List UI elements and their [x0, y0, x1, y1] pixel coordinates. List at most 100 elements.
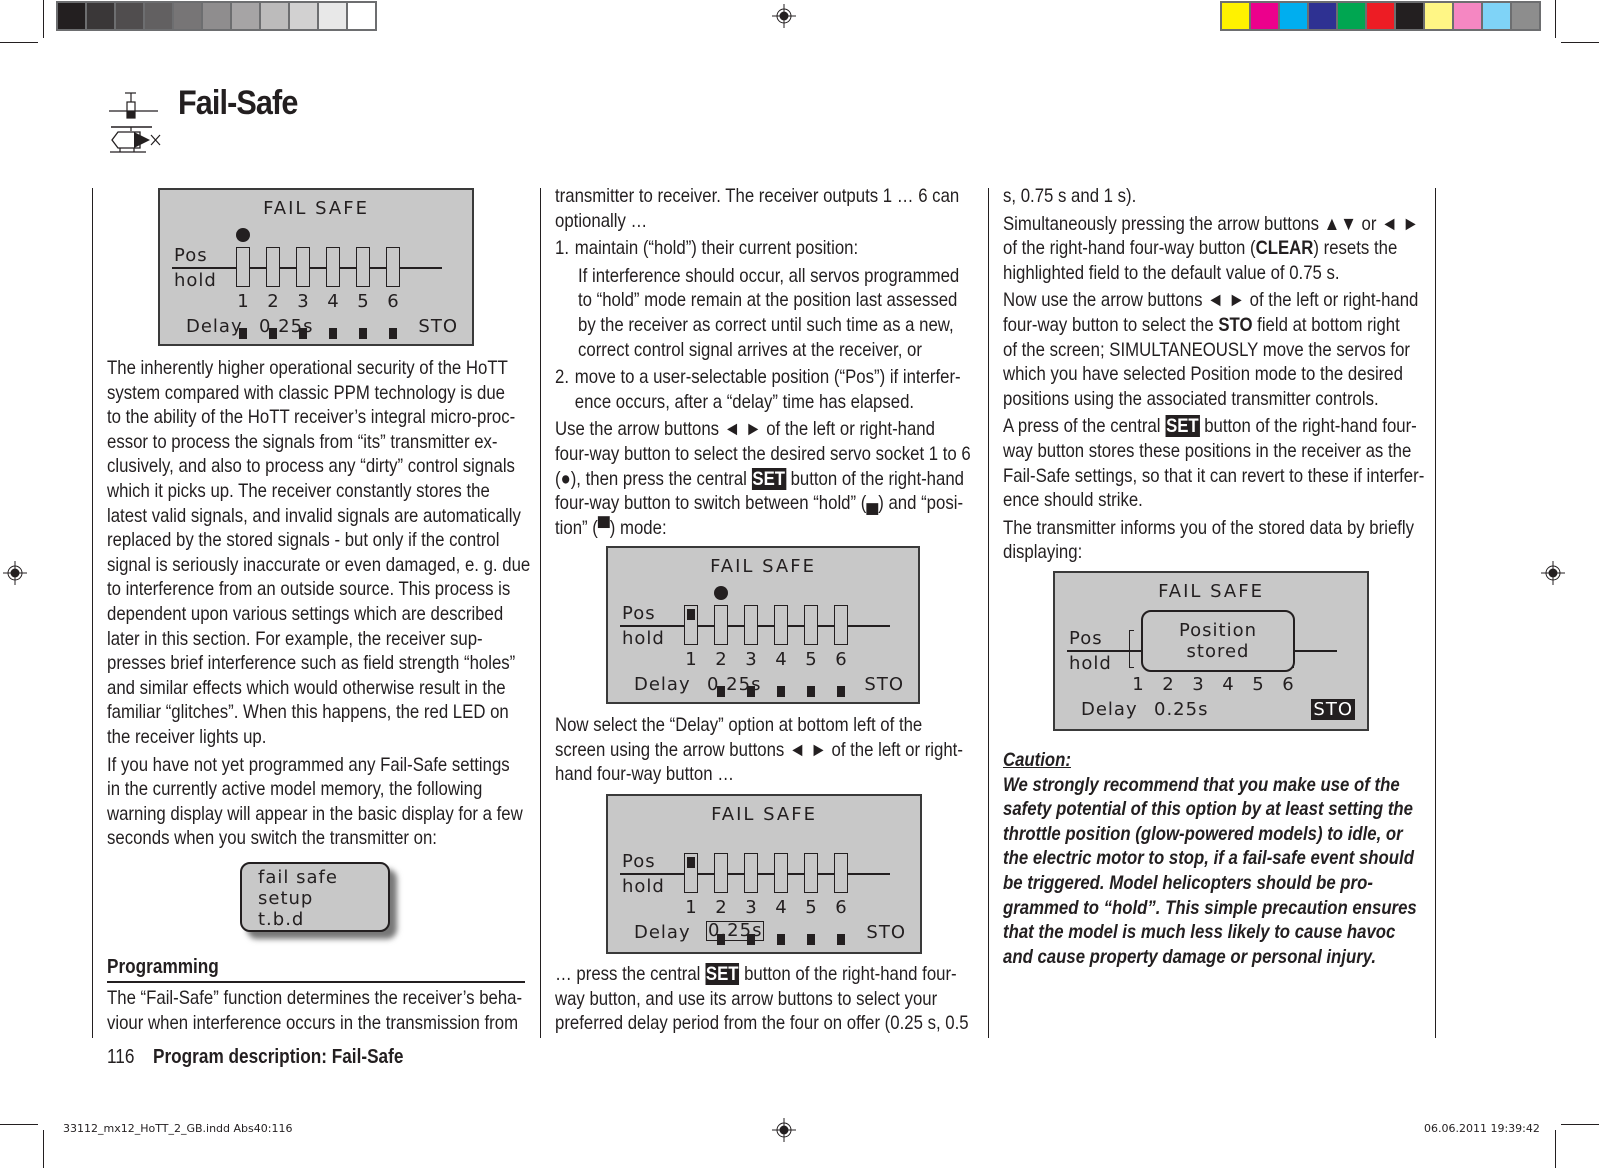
- color-swatch: [290, 3, 317, 29]
- hold-label: hold: [622, 876, 665, 897]
- list-number: 2.: [555, 366, 569, 389]
- servo-switch-6: [834, 853, 848, 945]
- column-3: s, 0.75 s and 1 s). Simultaneously press…: [1003, 184, 1428, 568]
- channel-number: 4: [775, 649, 787, 670]
- screen-title: FAIL SAFE: [710, 556, 816, 577]
- channel-number: 5: [357, 291, 369, 312]
- screen-title: FAIL SAFE: [1158, 581, 1264, 602]
- text-fragment: (●), then press the central: [555, 467, 747, 490]
- pos-label: Pos: [1069, 628, 1103, 649]
- set-key-badge: SET: [751, 467, 786, 490]
- hold-mode-indicator: [837, 934, 845, 945]
- hold-mode-indicator: [269, 328, 277, 339]
- intro-paragraph: The inherently higher operational securi…: [107, 356, 530, 750]
- delay-label: Delay: [186, 316, 243, 337]
- color-swatch: [1280, 3, 1307, 29]
- text-fragment: four-way button to select the: [1003, 313, 1219, 336]
- text-line: that the model is much less likely to ca…: [1003, 921, 1396, 944]
- text-fragment: button of the right-hand four-: [744, 963, 957, 985]
- warning-line: t.b.d: [258, 909, 305, 930]
- select-servo-paragraph: Use the arrow buttons ◄ ► of the left or…: [555, 417, 975, 540]
- channel-number: 6: [1282, 674, 1294, 695]
- list-item-hold: 1. maintain (“hold”) their current positi…: [555, 236, 975, 261]
- color-swatch: [1396, 3, 1423, 29]
- text-line: Now use the arrow buttons ◄ ► of the lef…: [1003, 289, 1419, 312]
- servo-switch-3: [296, 247, 310, 339]
- color-swatch: [348, 3, 375, 29]
- servo-switch-5: [804, 853, 818, 945]
- text-line: dependent upon various settings which ar…: [107, 602, 504, 625]
- fail-safe-screen-position-stored: FAIL SAFE Pos hold 123456 Position store…: [1053, 571, 1369, 731]
- channel-number: 3: [745, 897, 757, 918]
- text-line: familiar “glitches”. When this happens, …: [107, 701, 509, 724]
- servo-switch-6: [386, 247, 400, 339]
- servo-switch-4: [774, 853, 788, 945]
- text-line: We strongly recommend that you make use …: [1003, 773, 1400, 796]
- crop-mark: [1555, 1130, 1556, 1168]
- text-line: and similar effects which would otherwis…: [107, 676, 506, 699]
- text-line: way button stores these positions in the…: [1003, 439, 1412, 462]
- channel-number: 2: [715, 897, 727, 918]
- text-line: and cause property damage or personal in…: [1003, 945, 1377, 968]
- clear-key-label: CLEAR: [1255, 237, 1314, 260]
- delay-label: Delay: [634, 922, 691, 943]
- slug-file-info: 33112_mx12_HoTT_2_GB.indd Abs40:116: [63, 1122, 293, 1135]
- text-line: screen using the arrow buttons ◄ ► of th…: [555, 738, 963, 761]
- text-line: If you have not yet programmed any Fail-…: [107, 753, 510, 776]
- text-line: transmitter to receiver. The receiver ou…: [555, 185, 960, 207]
- set-key-badge: SET: [1165, 415, 1200, 438]
- sto-paragraph: Now use the arrow buttons ◄ ► of the lef…: [1003, 288, 1428, 411]
- column-rule: [92, 188, 93, 1038]
- programming-text: The “Fail-Safe” function determines the …: [107, 986, 527, 1035]
- text-line: four-way button to select the STO field …: [1003, 313, 1400, 338]
- text-line: of the right-hand four-way button (CLEAR…: [1003, 236, 1397, 261]
- delay-label: Delay: [1081, 699, 1138, 720]
- servo-switch-2: [266, 247, 280, 339]
- hold-mode-indicator: [747, 934, 755, 945]
- fail-safe-screen-channel-select: FAIL SAFE Pos hold Delay 0.25s STO 12345…: [606, 546, 920, 704]
- fail-safe-screen-delay-select: FAIL SAFE Pos hold Delay 0.25s STO 12345…: [606, 794, 922, 954]
- warning-line: setup: [258, 888, 314, 909]
- slug-datetime: 06.06.2011 19:39:42: [1424, 1122, 1540, 1135]
- text-line: essor to process the signals from “its” …: [107, 430, 498, 453]
- text-fragment: A press of the central: [1003, 415, 1161, 438]
- footer-section-title: Program description: Fail-Safe: [153, 1046, 404, 1068]
- color-swatch: [1512, 3, 1539, 29]
- text-line: Now select the “Delay” option at bottom …: [555, 714, 923, 736]
- section-heading-programming: Programming: [107, 956, 219, 978]
- text-line: of the screen; SIMULTANEOUSLY move the s…: [1003, 338, 1410, 361]
- screen-title: FAIL SAFE: [263, 198, 369, 219]
- set-delay-text: … press the central SET button of the ri…: [555, 962, 975, 1036]
- color-swatch: [261, 3, 288, 29]
- store-paragraph: A press of the central SET button of the…: [1003, 414, 1428, 512]
- channel-number: 2: [715, 649, 727, 670]
- crop-mark: [1561, 1124, 1599, 1125]
- text-line: ence should strike.: [1003, 489, 1143, 512]
- hold-label: hold: [174, 270, 217, 291]
- popup-line: Position: [1178, 620, 1258, 641]
- color-swatch: [58, 3, 85, 29]
- text-line: Fail-Safe settings, so that it can rever…: [1003, 464, 1425, 487]
- crop-mark: [1561, 42, 1599, 43]
- helicopter-model-icon: [109, 92, 161, 153]
- text-line: to interference from an outside source. …: [107, 578, 511, 601]
- sto-field: STO: [418, 316, 458, 337]
- text-line: positions using the associated transmitt…: [1003, 387, 1379, 410]
- registration-mark-icon: [3, 561, 27, 585]
- sto-field: STO: [866, 922, 906, 943]
- sto-field-selected: STO: [1311, 699, 1355, 720]
- registration-mark-icon: [1541, 561, 1565, 585]
- delay-value: 0.25s: [1154, 699, 1209, 720]
- delay-paragraph: Now select the “Delay” option at bottom …: [555, 713, 975, 790]
- color-swatch: [174, 3, 201, 29]
- text-line: … press the central SET button of the ri…: [555, 962, 957, 987]
- hold-mode-indicator: [777, 686, 785, 697]
- text-line: The inherently higher operational securi…: [107, 357, 508, 379]
- text-fragment: field at bottom right: [1252, 313, 1400, 336]
- color-swatch: [145, 3, 172, 29]
- hold-mode-indicator: [717, 686, 725, 697]
- channel-number: 1: [685, 649, 697, 670]
- column-2: transmitter to receiver. The receiver ou…: [555, 184, 975, 543]
- list-item-text: maintain (“hold”) their current position…: [574, 237, 859, 260]
- servo-switch-4: [326, 247, 340, 339]
